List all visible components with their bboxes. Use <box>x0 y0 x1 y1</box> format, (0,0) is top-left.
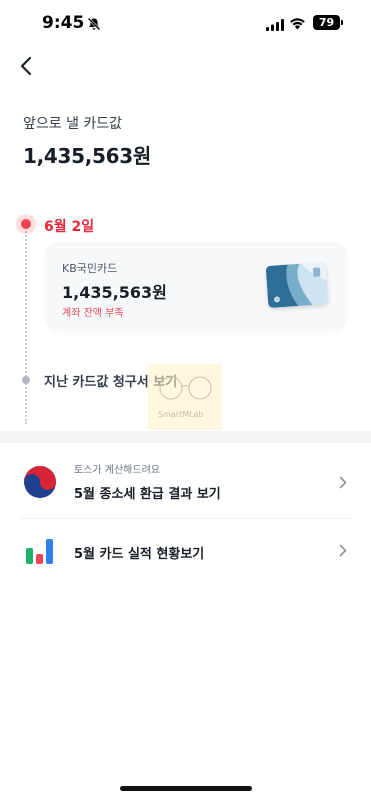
status-bar: 9:45 79 <box>0 0 371 48</box>
bell-off-icon <box>87 16 101 35</box>
home-indicator[interactable] <box>120 786 252 791</box>
wifi-icon <box>289 15 306 34</box>
upcoming-payment-label: 앞으로 낼 카드값 <box>23 116 123 132</box>
payment-date: 6월 2일 <box>44 219 95 235</box>
card-performance-item[interactable]: 5월 카드 실적 현황보기 <box>0 520 371 582</box>
battery-tip <box>341 20 343 25</box>
watermark-logo: SmartMLab <box>148 364 222 430</box>
korea-taegeuk-icon <box>22 464 58 500</box>
timeline-past-dot <box>22 376 30 384</box>
card-bill-item[interactable]: KB국민카드 1,435,563원 계좌 잔액 부족 <box>44 242 348 332</box>
timeline-active-dot <box>21 219 31 229</box>
card-name: KB국민카드 <box>62 262 118 275</box>
tax-refund-subtitle: 토스가 계산해드려요 <box>74 465 160 476</box>
glasses-icon <box>159 376 212 400</box>
upcoming-payment-amount: 1,435,563원 <box>23 144 152 168</box>
tax-refund-result-item[interactable]: 토스가 계산해드려요 5월 종소세 환급 결과 보기 <box>0 446 371 518</box>
timeline-line <box>25 224 27 424</box>
cellular-signal-icon <box>266 16 284 35</box>
chevron-left-icon <box>20 56 32 76</box>
back-button[interactable] <box>12 52 40 80</box>
bar-chart-icon <box>22 534 58 570</box>
card-performance-title: 5월 카드 실적 현황보기 <box>74 547 205 562</box>
card-bill-amount: 1,435,563원 <box>62 283 167 302</box>
chevron-right-icon <box>339 544 347 557</box>
watermark-text: SmartMLab <box>158 410 204 419</box>
list-separator <box>20 518 351 519</box>
status-time: 9:45 <box>42 13 85 33</box>
credit-card-image <box>265 261 329 309</box>
tax-refund-title: 5월 종소세 환급 결과 보기 <box>74 487 221 502</box>
chevron-right-icon <box>339 476 347 489</box>
insufficient-balance-warning: 계좌 잔액 부족 <box>62 308 124 319</box>
battery-indicator: 79 <box>313 15 340 30</box>
section-divider <box>0 431 371 443</box>
